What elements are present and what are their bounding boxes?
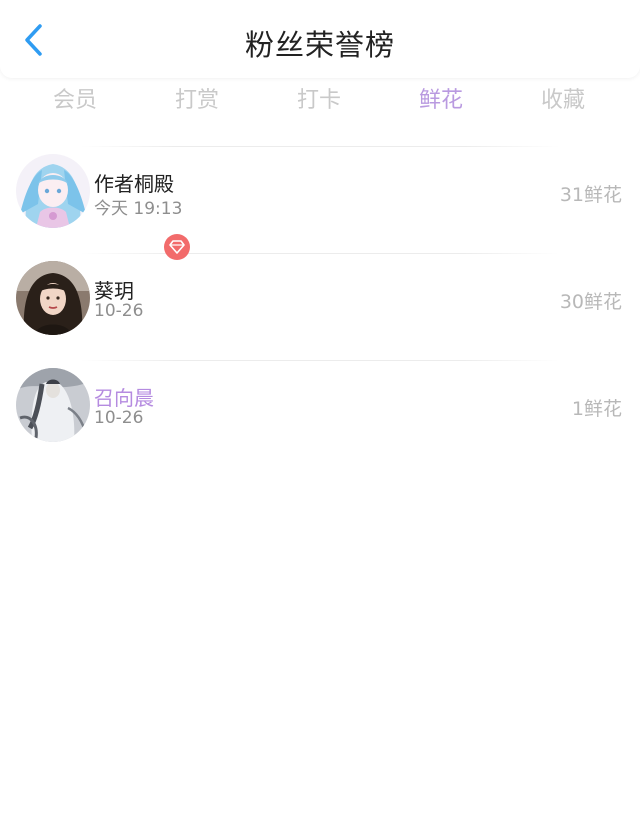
list-item[interactable]: 召向晨 10-26 1鲜花: [0, 360, 640, 467]
flower-count: 31鲜花: [559, 184, 622, 206]
fan-name: 葵玥: [94, 279, 134, 303]
page-title: 粉丝荣誉榜: [244, 28, 395, 62]
fan-date: 今天 19:13: [94, 199, 183, 219]
tab-flowers[interactable]: 鲜花: [386, 82, 496, 114]
fan-name: 作者桐殿: [94, 172, 174, 196]
row-divider: [80, 146, 560, 147]
row-divider: [80, 253, 560, 254]
tab-bar: 会员 打赏 打卡 鲜花 收藏: [0, 82, 640, 122]
diamond-icon: [169, 240, 185, 254]
fan-date: 10-26: [94, 301, 144, 321]
vip-badge: [164, 234, 190, 260]
row-divider: [80, 360, 560, 361]
avatar[interactable]: [16, 261, 90, 335]
flower-count: 30鲜花: [559, 291, 622, 313]
tab-favorites[interactable]: 收藏: [508, 82, 618, 114]
list-item[interactable]: 作者桐殿 今天 19:13 31鲜花: [0, 146, 640, 253]
flower-count: 1鲜花: [571, 398, 622, 420]
avatar[interactable]: [16, 154, 90, 228]
list-item[interactable]: 葵玥 10-26 30鲜花: [0, 253, 640, 360]
fan-name: 召向晨: [94, 386, 154, 410]
tab-checkin[interactable]: 打卡: [264, 82, 374, 114]
top-bar: 粉丝荣誉榜: [0, 0, 640, 78]
tab-members[interactable]: 会员: [20, 82, 130, 114]
avatar[interactable]: [16, 368, 90, 442]
tab-rewards[interactable]: 打赏: [142, 82, 252, 114]
fan-date: 10-26: [94, 408, 144, 428]
